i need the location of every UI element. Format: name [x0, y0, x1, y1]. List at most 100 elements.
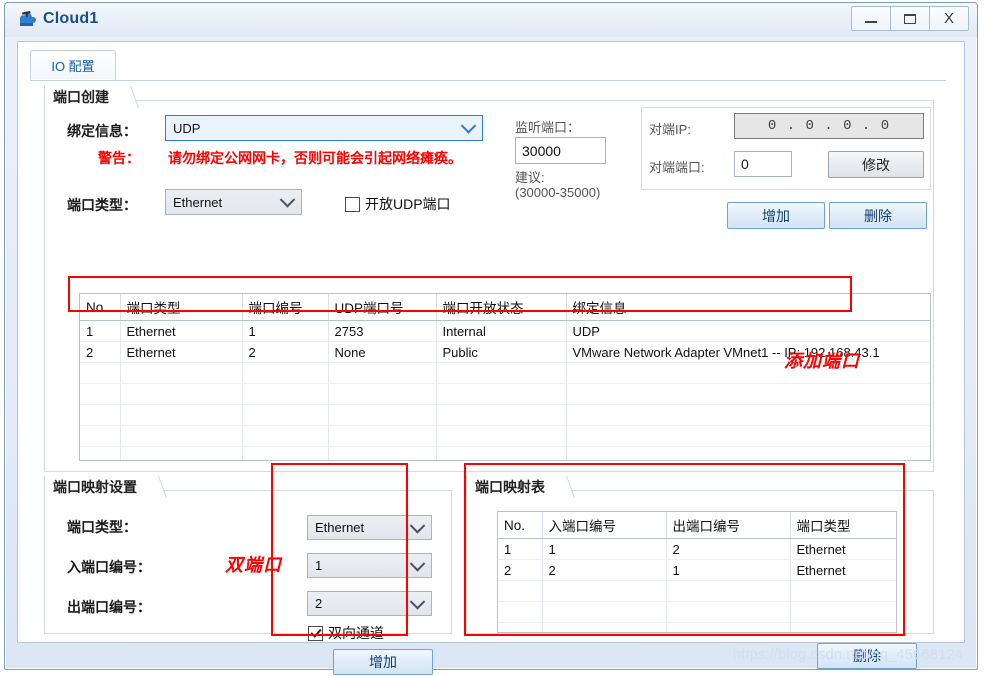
checkbox-open-udp-label: 开放UDP端口 — [365, 196, 451, 212]
input-listen-port[interactable]: 30000 — [515, 137, 606, 164]
table-cell-empty — [666, 601, 791, 623]
column-header: 端口开放状态 — [436, 294, 567, 321]
table-cell-empty — [80, 404, 121, 426]
checkbox-bidirectional[interactable]: 双向通道 — [308, 623, 384, 643]
delete-port-button-label: 删除 — [864, 207, 892, 224]
table-row-empty[interactable] — [80, 404, 930, 426]
combo-bind-info[interactable]: UDP — [165, 115, 483, 141]
table-cell: 2 — [242, 341, 329, 363]
table-cell-empty — [566, 362, 930, 384]
maximize-button[interactable] — [890, 6, 930, 31]
column-header: No. — [498, 512, 543, 539]
table-row-empty[interactable] — [498, 580, 896, 602]
group-port-create-title: 端口创建 — [44, 86, 135, 108]
chevron-down-icon — [460, 118, 477, 134]
label-bind-info: 绑定信息： — [67, 123, 137, 139]
table-cell-empty — [328, 362, 437, 384]
table-cell: Ethernet — [120, 320, 243, 342]
column-header: UDP端口号 — [328, 294, 437, 321]
table-cell-empty — [80, 362, 121, 384]
label-peer-ip: 对端IP: — [649, 122, 691, 137]
port-table-grid: No. 端口类型 端口编号 UDP端口号 端口开放状态 绑定信息 1 Ethernet 1 27… — [80, 294, 930, 460]
combo-map-port-type-value: Ethernet — [315, 520, 365, 535]
window-controls: X — [851, 6, 969, 31]
map-add-button[interactable]: 增加 — [333, 649, 433, 675]
table-row-empty[interactable] — [80, 425, 930, 447]
table-cell-empty — [436, 383, 567, 405]
table-cell: 2 — [542, 559, 667, 581]
port-table[interactable]: No. 端口类型 端口编号 UDP端口号 端口开放状态 绑定信息 1 Ethernet 1 27… — [79, 293, 931, 461]
checkbox-bidirectional-label: 双向通道 — [328, 625, 384, 641]
table-cell-empty — [790, 580, 896, 602]
table-cell-empty — [120, 404, 243, 426]
checkbox-open-udp-port[interactable]: 开放UDP端口 — [345, 194, 451, 214]
table-row[interactable]: 2 2 1 Ethernet — [498, 559, 896, 581]
minimize-button[interactable] — [851, 6, 891, 31]
label-warning: 警告： — [98, 150, 140, 166]
table-cell: 2 — [80, 341, 121, 363]
title-bar[interactable]: Cloud1 X — [5, 3, 977, 37]
table-cell-empty — [566, 446, 930, 460]
combo-map-out-port[interactable]: 2 — [307, 591, 432, 616]
table-cell-empty — [498, 601, 543, 623]
column-header: 绑定信息 — [566, 294, 930, 321]
table-cell-empty — [566, 425, 930, 447]
table-cell: 1 — [666, 559, 791, 581]
column-header: 入端口编号 — [542, 512, 667, 539]
close-icon: X — [943, 10, 954, 27]
table-cell-empty — [436, 446, 567, 460]
add-port-button[interactable]: 增加 — [727, 202, 825, 229]
table-row-empty[interactable] — [80, 446, 930, 460]
delete-port-button[interactable]: 删除 — [829, 202, 927, 229]
client-area: IO 配置 端口创建 绑定信息： UDP 警告： 请勿绑定公网网卡，否则可能会引… — [17, 41, 965, 675]
table-cell-empty — [498, 580, 543, 602]
chevron-down-icon — [279, 192, 296, 208]
input-listen-port-value: 30000 — [522, 142, 561, 159]
table-row-empty[interactable] — [80, 383, 930, 405]
mapping-table-head: No. 入端口编号 出端口编号 端口类型 — [498, 512, 896, 539]
combo-bind-info-value: UDP — [173, 120, 201, 136]
mapping-table-header-row: No. 入端口编号 出端口编号 端口类型 — [498, 512, 896, 539]
table-cell-empty — [542, 622, 667, 632]
tab-io-config[interactable]: IO 配置 — [30, 50, 116, 80]
modify-button[interactable]: 修改 — [828, 151, 924, 178]
table-cell-empty — [436, 404, 567, 426]
table-cell-empty — [120, 362, 243, 384]
annotation-dual-port: 双端口 — [225, 555, 282, 575]
input-peer-ip[interactable]: 0 . 0 . 0 . 0 — [734, 113, 924, 139]
table-row-empty[interactable] — [498, 622, 896, 632]
window-title: Cloud1 — [43, 10, 99, 27]
combo-map-in-port[interactable]: 1 — [307, 553, 432, 578]
table-cell-empty — [242, 362, 329, 384]
table-cell-empty — [666, 580, 791, 602]
column-header: 端口编号 — [242, 294, 329, 321]
table-row[interactable]: 1 Ethernet 1 2753 Internal UDP — [80, 320, 930, 342]
map-add-button-label: 增加 — [369, 654, 397, 670]
label-port-type: 端口类型： — [67, 197, 137, 213]
table-cell: Ethernet — [120, 341, 243, 363]
close-button[interactable]: X — [929, 6, 969, 31]
combo-map-in-port-value: 1 — [315, 558, 323, 573]
chevron-down-icon — [409, 555, 426, 572]
table-cell-empty — [790, 601, 896, 623]
input-peer-port[interactable]: 0 — [734, 151, 792, 177]
modify-button-label: 修改 — [862, 156, 890, 173]
table-cell-empty — [498, 622, 543, 632]
combo-map-port-type[interactable]: Ethernet — [307, 515, 432, 540]
table-cell-empty — [542, 601, 667, 623]
mapping-table-body: 1 1 2 Ethernet 2 2 1 Ethernet — [498, 538, 896, 632]
mapping-table[interactable]: No. 入端口编号 出端口编号 端口类型 1 1 2 Ethernet 2 2 1 Ethernet — [497, 511, 897, 633]
group-mapping-settings: 端口映射设置 端口类型： 入端口编号： 出端口编号： 双端口 Ethernet … — [44, 476, 452, 675]
table-row-empty[interactable] — [498, 601, 896, 623]
table-cell-empty — [328, 425, 437, 447]
checkbox-box — [308, 625, 323, 641]
combo-port-type[interactable]: Ethernet — [165, 189, 302, 215]
label-listen-port: 监听端口： — [515, 120, 581, 135]
label-suggest-range: (30000-35000) — [515, 185, 601, 200]
label-map-in-port: 入端口编号： — [67, 559, 151, 575]
table-cell-empty — [242, 446, 329, 460]
port-table-header-row: No. 端口类型 端口编号 UDP端口号 端口开放状态 绑定信息 — [80, 294, 930, 321]
cloud-icon — [17, 9, 39, 31]
column-header: 端口类型 — [120, 294, 243, 321]
table-row[interactable]: 1 1 2 Ethernet — [498, 538, 896, 560]
